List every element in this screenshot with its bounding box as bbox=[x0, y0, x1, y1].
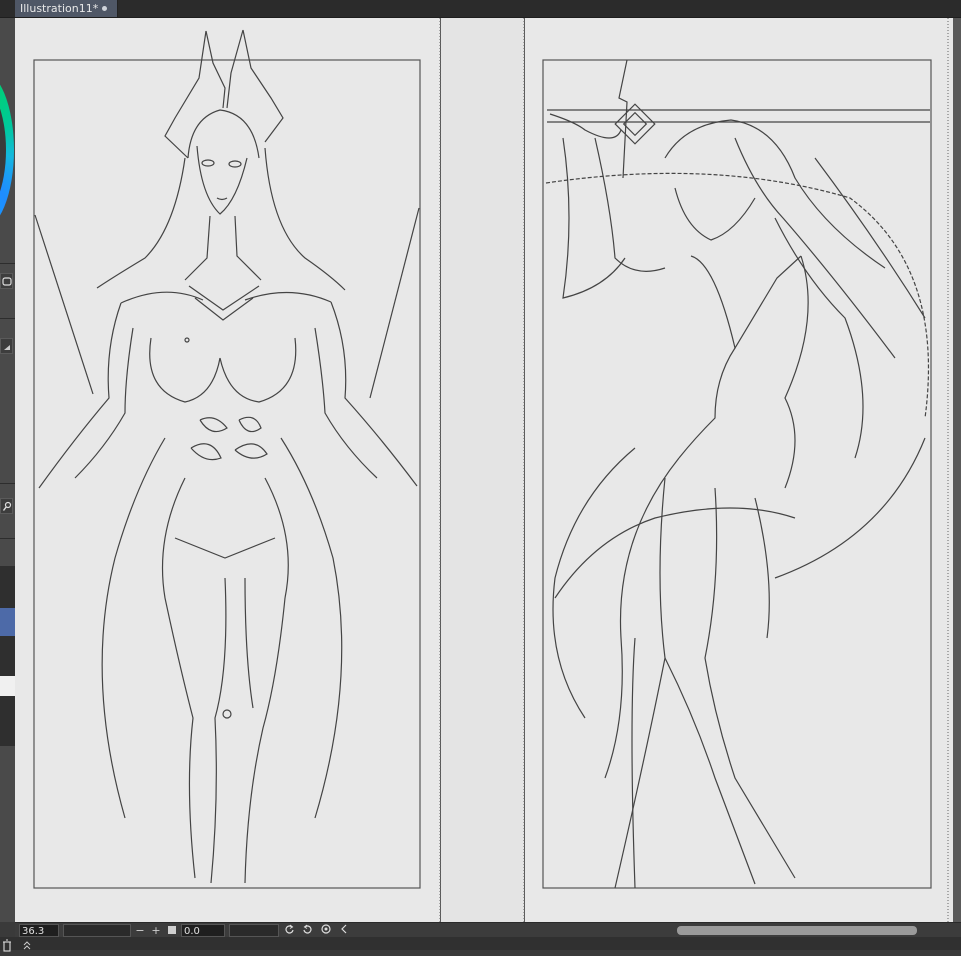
selected-layer[interactable] bbox=[0, 608, 15, 636]
page-gutter bbox=[441, 18, 524, 922]
fit-to-screen-button[interactable] bbox=[165, 924, 179, 937]
rotation-slider[interactable] bbox=[229, 924, 279, 937]
horizontal-scrollbar[interactable] bbox=[677, 926, 917, 935]
wrench-icon[interactable] bbox=[0, 498, 13, 514]
chevron-left-icon[interactable] bbox=[337, 924, 351, 937]
navigator-status-bar: 36.3 − + 0.0 bbox=[15, 922, 961, 938]
page-left bbox=[15, 18, 440, 922]
trash-icon[interactable] bbox=[1, 937, 13, 956]
reset-rotation-icon[interactable] bbox=[319, 924, 333, 937]
rotation-input[interactable]: 0.0 bbox=[181, 924, 225, 937]
panel-divider bbox=[0, 263, 15, 264]
canvas-viewport[interactable] bbox=[15, 18, 961, 922]
layer-thumbnail[interactable] bbox=[0, 676, 15, 696]
layer-list[interactable] bbox=[0, 566, 15, 746]
rotate-left-icon[interactable] bbox=[283, 924, 297, 937]
zoom-input[interactable]: 36.3 bbox=[19, 924, 59, 937]
rotate-right-icon[interactable] bbox=[300, 924, 314, 937]
bottom-strip bbox=[0, 937, 961, 952]
tab-title: Illustration11* bbox=[20, 2, 99, 15]
close-icon[interactable] bbox=[102, 6, 107, 11]
layer-icon[interactable] bbox=[0, 273, 13, 289]
zoom-in-button[interactable]: + bbox=[149, 924, 163, 937]
panel-divider bbox=[0, 538, 15, 539]
left-tool-panel bbox=[0, 18, 15, 922]
fill-bucket-icon[interactable] bbox=[0, 338, 13, 354]
panel-divider bbox=[0, 318, 15, 319]
expand-icon[interactable] bbox=[22, 937, 32, 956]
panel-divider bbox=[0, 483, 15, 484]
page-right bbox=[525, 18, 953, 922]
zoom-slider[interactable] bbox=[63, 924, 131, 937]
artwork-canvas[interactable] bbox=[15, 18, 961, 922]
zoom-out-button[interactable]: − bbox=[133, 924, 147, 937]
tab-illustration[interactable]: Illustration11* bbox=[15, 0, 118, 17]
canvas-edge bbox=[953, 18, 961, 922]
document-tab-bar: Illustration11* bbox=[0, 0, 961, 18]
